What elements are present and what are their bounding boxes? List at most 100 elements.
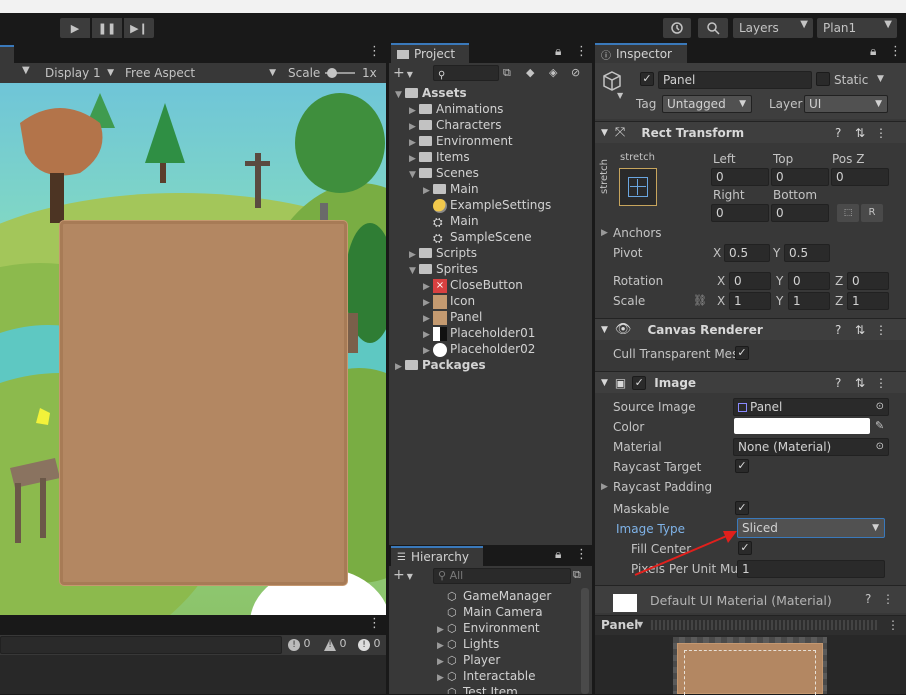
layer-dropdown[interactable]: UI ▼ (804, 95, 888, 113)
hierarchy-tab[interactable]: ☰ Hierarchy (391, 546, 483, 566)
history-button[interactable] (663, 18, 691, 38)
project-tree-item[interactable]: ▼ Sprites (409, 261, 478, 277)
project-tree-item[interactable]: ▶ Scripts (409, 245, 477, 261)
scale-slider-handle[interactable] (327, 68, 337, 78)
presets-icon[interactable]: ⇅ (855, 376, 865, 390)
project-tree-item[interactable]: ▶ Packages (395, 357, 486, 373)
more-icon[interactable]: ⋮ (889, 44, 902, 59)
project-tree-item[interactable]: ▶ Panel (423, 309, 482, 325)
console-search-field[interactable] (0, 636, 282, 654)
object-picker-icon[interactable]: ⊙ (876, 399, 884, 415)
project-tree-item[interactable]: ⛭ SampleScene (423, 229, 532, 245)
console-error-count[interactable]: ! 0 (358, 637, 381, 651)
presets-icon[interactable]: ⇅ (855, 126, 865, 140)
top-field[interactable]: 0 (771, 168, 829, 186)
maskable-checkbox[interactable]: ✓ (735, 501, 749, 515)
rect-transform-header[interactable]: ▼ ⤧ Rect Transform ? ⇅ ⋮ (595, 121, 906, 143)
preview-resize-handle[interactable] (651, 620, 879, 630)
chevron-down-icon[interactable]: ▼ (409, 263, 419, 279)
pivot-y-field[interactable]: 0.5 (784, 244, 830, 262)
pixels-per-unit-field[interactable]: 1 (737, 560, 885, 578)
help-icon[interactable]: ? (835, 126, 841, 140)
help-icon[interactable]: ? (865, 592, 871, 606)
project-tree-item[interactable]: ⛭ Main (423, 213, 479, 229)
scale-y-field[interactable]: 1 (788, 292, 830, 310)
more-icon[interactable]: ⋮ (368, 44, 381, 59)
raycast-target-checkbox[interactable]: ✓ (735, 459, 749, 473)
image-header[interactable]: ▼ ▣ ✓ Image ? ⇅ ⋮ (595, 371, 906, 393)
display-dropdown[interactable]: Display 1 ▼ (40, 63, 118, 83)
right-field[interactable]: 0 (711, 204, 769, 222)
image-enabled-checkbox[interactable]: ✓ (632, 375, 647, 390)
project-tree-item[interactable]: ▶ Placeholder01 (423, 325, 535, 341)
rotation-y-field[interactable]: 0 (788, 272, 830, 290)
more-icon[interactable]: ⋮ (875, 323, 887, 337)
chevron-down-icon[interactable]: ▼ (617, 91, 623, 100)
cull-transparent-checkbox[interactable]: ✓ (735, 346, 749, 360)
add-object-button[interactable]: + ▼ (393, 567, 413, 583)
project-tree-item[interactable]: ▶ Placeholder02 (423, 341, 535, 357)
lock-icon[interactable]: 🔒︎ (870, 44, 876, 59)
lock-icon[interactable]: 🔒︎ (555, 44, 561, 59)
material-field[interactable]: None (Material) ⊙ (733, 438, 889, 456)
color-swatch[interactable] (734, 418, 870, 434)
raycast-padding-label[interactable]: Raycast Padding (613, 480, 712, 494)
project-tree-item[interactable]: ExampleSettings (423, 197, 551, 213)
project-search-field[interactable]: ⚲ (433, 65, 499, 81)
preview-label[interactable]: Panel (601, 618, 638, 632)
left-field[interactable]: 0 (711, 168, 769, 186)
more-icon[interactable]: ⋮ (575, 547, 588, 562)
more-icon[interactable]: ⋮ (882, 592, 894, 606)
hierarchy-scrollbar[interactable] (581, 588, 589, 694)
rotation-x-field[interactable]: 0 (729, 272, 771, 290)
object-name-field[interactable]: Panel (658, 71, 812, 89)
layout-dropdown[interactable]: Plan1 ▼ (817, 18, 897, 38)
inspector-tab[interactable]: ⓘ Inspector (595, 43, 687, 63)
project-tree-item[interactable]: ▶ Items (409, 149, 470, 165)
hierarchy-item[interactable]: ▶ ⬡ Environment (437, 620, 540, 636)
anchor-presets-button[interactable] (619, 168, 657, 206)
more-icon[interactable]: ⋮ (875, 126, 887, 140)
hierarchy-item[interactable]: ▶ ⬡ Interactable (437, 668, 536, 684)
chevron-down-icon[interactable]: ▼ (637, 620, 643, 629)
active-checkbox[interactable]: ✓ (640, 72, 654, 86)
hierarchy-item[interactable]: ▶ ⬡ Player (437, 652, 500, 668)
lock-icon[interactable]: 🔒︎ (555, 547, 561, 562)
add-asset-button[interactable]: + ▼ (393, 65, 413, 81)
tag-dropdown[interactable]: Untagged ▼ (662, 95, 752, 113)
project-tree-item[interactable]: ▼ Assets (395, 85, 467, 101)
chevron-down-icon[interactable]: ▼ (395, 87, 405, 103)
raw-edit-button[interactable]: R (861, 204, 883, 222)
static-checkbox[interactable] (816, 72, 830, 86)
blueprint-mode-button[interactable]: ⬚ (837, 204, 859, 222)
image-type-dropdown[interactable]: Sliced ▼ (737, 518, 885, 538)
chevron-down-icon[interactable]: ▼ (877, 74, 884, 84)
anchors-label[interactable]: Anchors (613, 226, 662, 240)
bottom-field[interactable]: 0 (771, 204, 829, 222)
chevron-right-icon[interactable]: ▶ (601, 228, 608, 238)
help-icon[interactable]: ? (835, 376, 841, 390)
scene-visibility-icon[interactable]: ⧉ (573, 568, 581, 582)
help-icon[interactable]: ? (835, 323, 841, 337)
hierarchy-item[interactable]: ⬡ Main Camera (437, 604, 543, 620)
source-image-field[interactable]: Panel ⊙ (733, 398, 889, 416)
aspect-dropdown[interactable]: Free Aspect ▼ (120, 63, 280, 83)
hierarchy-item[interactable]: ⬡ Test Item (437, 684, 518, 694)
more-icon[interactable]: ⋮ (887, 618, 899, 632)
ui-panel-preview[interactable] (60, 221, 347, 585)
search-button[interactable] (698, 18, 728, 38)
more-icon[interactable]: ⋮ (575, 44, 588, 59)
project-tab[interactable]: Project (391, 43, 469, 63)
more-icon[interactable]: ⋮ (368, 616, 381, 631)
canvas-renderer-header[interactable]: ▼ 👁︎ Canvas Renderer ? ⇅ ⋮ (595, 318, 906, 340)
scale-x-field[interactable]: 1 (729, 292, 771, 310)
rotation-z-field[interactable]: 0 (847, 272, 889, 290)
hierarchy-item[interactable]: ⬡ GameManager (437, 588, 551, 604)
pause-button[interactable]: ❚❚ (92, 18, 122, 38)
play-button[interactable]: ▶ (60, 18, 90, 38)
chevron-right-icon[interactable]: ▶ (601, 482, 608, 492)
layers-dropdown[interactable]: Layers ▼ (733, 18, 813, 38)
chevron-right-icon[interactable]: ▶ (395, 359, 405, 375)
search-by-type-icon[interactable]: ⧉ (503, 66, 511, 80)
pivot-x-field[interactable]: 0.5 (724, 244, 770, 262)
